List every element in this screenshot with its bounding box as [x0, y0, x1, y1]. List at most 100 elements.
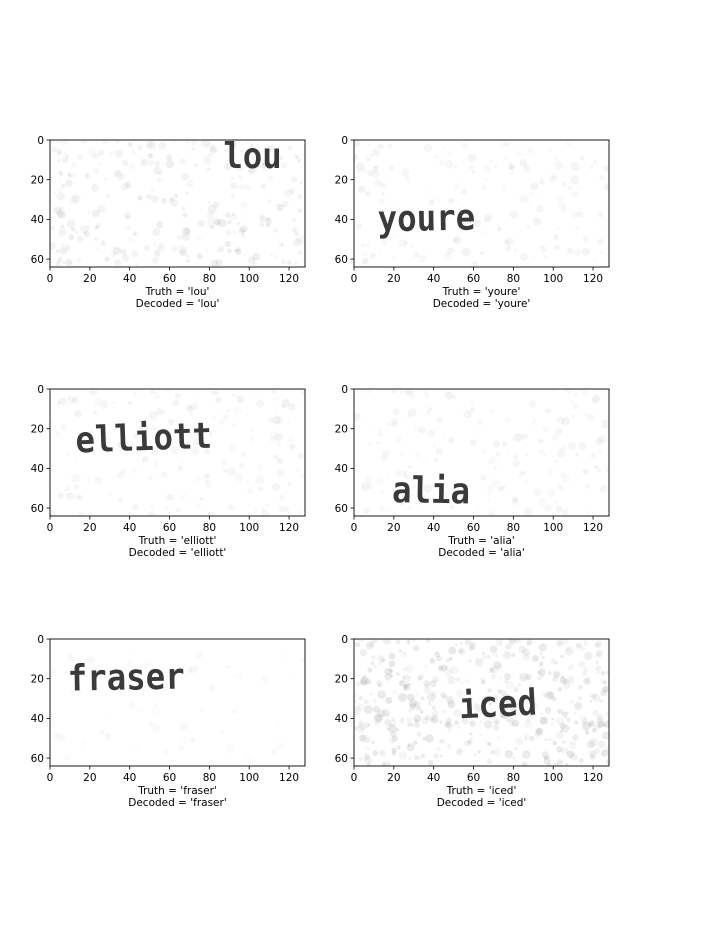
noise-blob: [359, 648, 368, 657]
noise-blob: [174, 392, 179, 398]
x-tick-label: 20: [83, 273, 96, 285]
noise-blob: [583, 666, 589, 673]
noise-blob: [186, 180, 194, 188]
noise-blob: [123, 211, 131, 218]
noise-blob: [281, 259, 286, 265]
noise-blob: [355, 641, 361, 648]
noise-blob: [440, 692, 447, 699]
noise-blob: [361, 258, 369, 265]
noise-blob: [565, 762, 569, 766]
noise-blob: [523, 165, 531, 172]
noise-blob: [408, 699, 418, 708]
noise-blob: [184, 227, 191, 235]
noise-blob: [556, 227, 560, 231]
noise-blob: [69, 195, 79, 205]
noise-blob: [296, 402, 300, 406]
noise-blob: [121, 159, 129, 167]
noise-blob: [439, 738, 445, 744]
noise-blob: [225, 212, 231, 218]
noise-blob: [409, 722, 414, 727]
noise-blob: [481, 448, 487, 454]
noise-blob: [573, 711, 577, 715]
noise-blob: [538, 663, 544, 669]
noise-blob: [275, 413, 278, 416]
noise-blob: [493, 661, 502, 670]
noise-blob: [593, 159, 598, 164]
noise-blob: [550, 658, 557, 665]
noise-blob: [362, 252, 368, 257]
noise-blob: [540, 198, 543, 201]
noise-blob: [163, 197, 167, 201]
noise-blob: [521, 760, 529, 766]
noise-blob: [370, 661, 375, 666]
noise-blob: [191, 390, 194, 394]
noise-blob: [593, 642, 600, 649]
noise-blob: [556, 759, 563, 766]
noise-blob: [538, 643, 547, 652]
x-tick-label: 100: [239, 772, 259, 784]
noise-blob: [395, 436, 402, 443]
x-tick-label: 100: [543, 772, 563, 784]
noise-blob: [203, 155, 212, 165]
noise-blob: [161, 409, 167, 415]
noise-blob: [153, 242, 157, 245]
noise-blob: [87, 210, 91, 214]
noise-blob: [582, 721, 591, 731]
noise-blob: [527, 201, 531, 205]
noise-blob: [95, 247, 99, 251]
noise-blob: [186, 404, 194, 412]
x-tick-label: 100: [543, 273, 563, 285]
image-panel-3: elliott 0 20 40 60 80 100 120 0 20 40 60 Truth = 'el…: [10, 376, 306, 576]
noise-blob: [460, 681, 464, 684]
noise-blob: [406, 742, 415, 752]
noise-blob: [551, 717, 555, 721]
noise-blob: [388, 652, 396, 660]
noise-blob: [424, 393, 429, 399]
xlabel-caption: Truth = 'alia' Decoded = 'alia': [337, 535, 627, 559]
noise-blob: [66, 492, 74, 500]
noise-blob: [514, 747, 518, 751]
noise-blob: [59, 423, 67, 431]
noise-blob: [129, 163, 136, 170]
noise-blob: [575, 226, 579, 231]
noise-blob: [427, 759, 434, 766]
noise-blob: [365, 747, 370, 751]
noise-blob: [370, 253, 376, 259]
truth-label: Truth = 'fraser': [138, 785, 217, 797]
noise-blob: [505, 141, 510, 147]
noise-blob: [144, 245, 150, 251]
noise-blob: [426, 411, 431, 416]
noise-blob: [392, 690, 397, 695]
noise-blob: [50, 666, 57, 675]
noise-blob: [206, 167, 211, 171]
noise-blob: [276, 469, 285, 478]
noise-blob: [525, 480, 528, 483]
noise-blob: [454, 642, 458, 647]
y-tick-label: 0: [341, 634, 348, 646]
noise-blob: [239, 200, 248, 209]
noise-blob: [496, 735, 501, 740]
x-tick-label: 40: [427, 772, 440, 784]
noise-blob: [385, 697, 393, 704]
noise-blob: [271, 389, 277, 395]
noise-blob: [65, 259, 73, 267]
noise-blob: [115, 149, 124, 158]
truth-label: Truth = 'lou': [145, 286, 210, 298]
noise-blob: [260, 674, 269, 683]
noise-blob: [165, 507, 169, 510]
noise-blob: [490, 673, 497, 680]
xlabel-caption: Truth = 'fraser' Decoded = 'fraser': [33, 785, 323, 809]
noise-blob: [499, 677, 502, 680]
noise-blob: [153, 166, 162, 175]
noise-blob: [131, 150, 136, 155]
noise-blob: [147, 153, 153, 159]
noise-blob: [599, 699, 604, 704]
image-content: fraser: [50, 639, 305, 766]
noise-blob: [587, 510, 591, 514]
noise-blob: [260, 507, 265, 512]
noise-blob: [605, 759, 609, 765]
y-tick-label: 60: [31, 753, 44, 765]
x-tick-label: 80: [203, 772, 216, 784]
noise-blob: [410, 243, 415, 248]
noise-blob: [547, 755, 550, 758]
